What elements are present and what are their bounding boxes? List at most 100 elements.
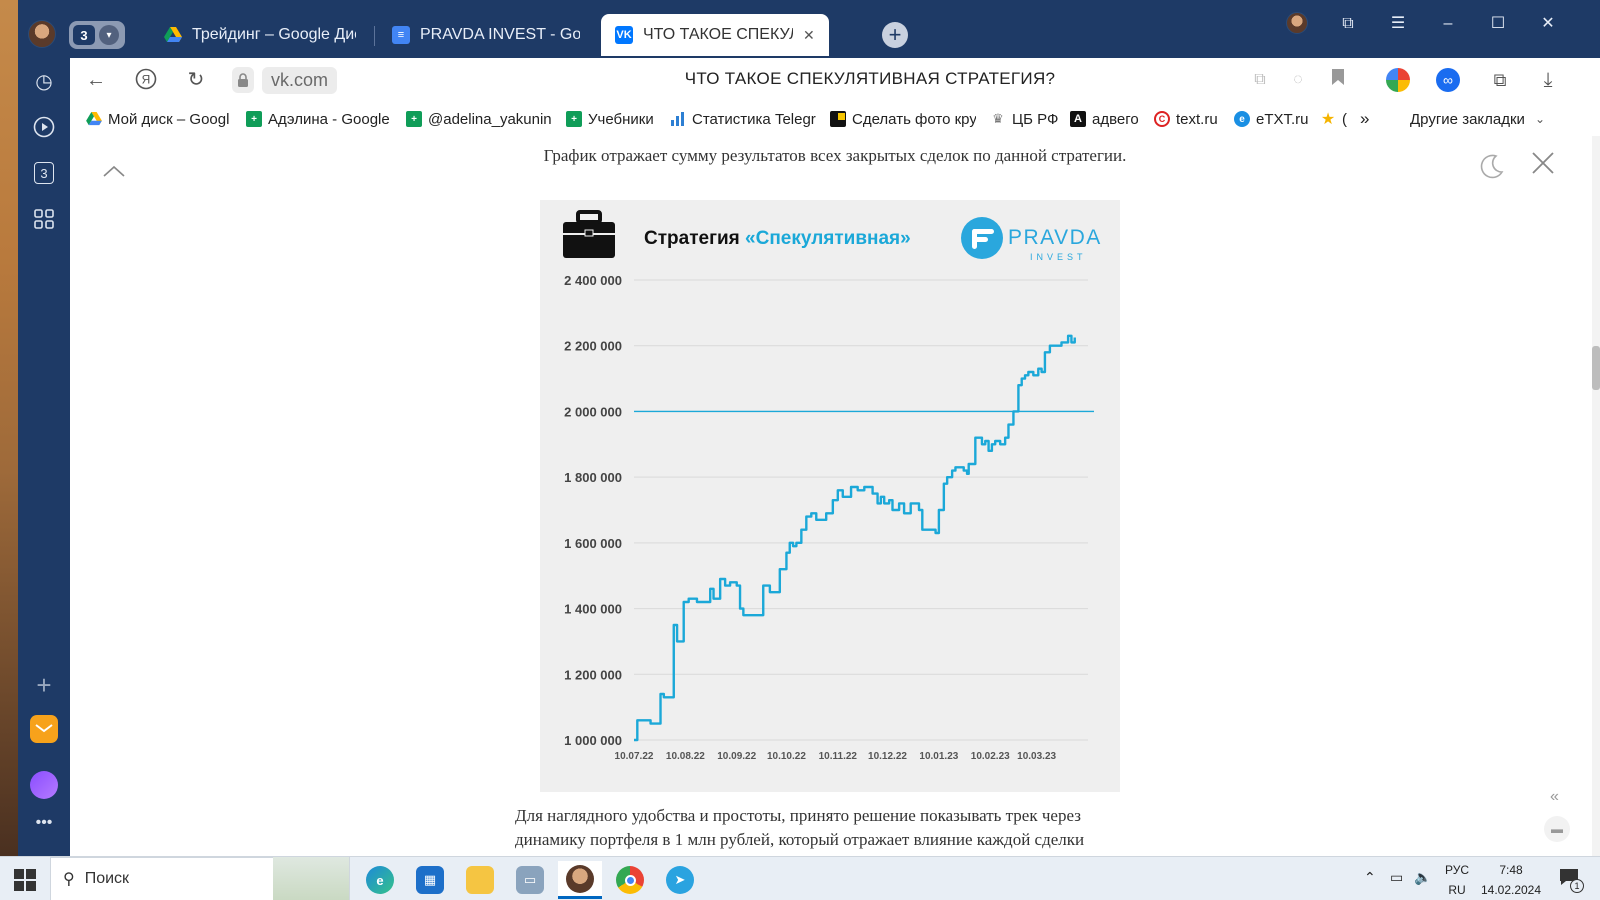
chevron-down-icon: ▾ bbox=[99, 25, 119, 45]
close-tab-icon[interactable]: ✕ bbox=[803, 27, 815, 44]
new-tab-button[interactable]: + bbox=[882, 22, 908, 48]
tabs-count-icon[interactable]: 3 bbox=[29, 158, 59, 188]
reader-mode-icon[interactable]: ◌ bbox=[1286, 68, 1310, 92]
x-tick-label: 10.02.23 bbox=[971, 751, 1010, 762]
bookmark-label: @adelina_yakunina bbox=[428, 110, 552, 128]
yandex-icon[interactable]: Я bbox=[134, 68, 158, 92]
mail-icon[interactable] bbox=[29, 714, 59, 744]
taskbar-chrome[interactable] bbox=[608, 861, 652, 899]
bookmark-item[interactable]: Сделать фото кру bbox=[830, 109, 976, 129]
history-icon[interactable]: ◷ bbox=[29, 66, 59, 96]
bookmark-item[interactable]: + Учебники bbox=[566, 109, 658, 129]
x-tick-label: 10.11.22 bbox=[819, 751, 858, 762]
close-article-icon[interactable] bbox=[1530, 150, 1560, 180]
taskbar-photos[interactable]: ▭ bbox=[508, 861, 552, 899]
bookmark-item[interactable]: Статистика Telegra bbox=[670, 109, 816, 129]
search-icon: ⚲ bbox=[63, 871, 75, 888]
etxt-icon: e bbox=[1234, 111, 1250, 127]
vertical-scrollbar[interactable] bbox=[1592, 136, 1600, 856]
translate-icon[interactable]: ⧉ bbox=[1248, 68, 1272, 92]
volume-icon[interactable]: 🔈 bbox=[1414, 869, 1431, 886]
account-avatar[interactable] bbox=[1286, 12, 1308, 34]
reload-icon[interactable]: ↻ bbox=[184, 68, 208, 92]
tab-active-vk[interactable]: VK ЧТО ТАКОЕ СПЕКУЛЯТИ ✕ bbox=[601, 14, 829, 56]
advego-icon: A bbox=[1070, 111, 1086, 127]
tab-label: Трейдинг – Google Диск bbox=[192, 26, 356, 43]
briefcase-icon bbox=[563, 210, 615, 258]
chart-title-highlight: «Спекулятивная» bbox=[745, 228, 911, 249]
navigation-toolbar: ← Я ↻ vk.com ЧТО ТАКОЕ СПЕКУЛЯТИВНАЯ СТР… bbox=[70, 58, 1600, 102]
scrollbar-thumb[interactable] bbox=[1592, 346, 1600, 390]
url-domain[interactable]: vk.com bbox=[262, 66, 338, 94]
bookmark-item[interactable]: e eTXT.ru bbox=[1234, 109, 1314, 129]
language-bottom: RU bbox=[1448, 883, 1466, 897]
close-window-icon[interactable]: ✕ bbox=[1534, 12, 1562, 36]
google-drive-icon bbox=[164, 26, 182, 44]
maximize-icon[interactable]: ☐ bbox=[1484, 12, 1512, 36]
bookmark-label: ЦБ РФ bbox=[1012, 110, 1059, 128]
profile-avatar[interactable] bbox=[28, 20, 56, 48]
windows-taskbar: ⚲ Поиск e ▦ ▭ ➤ ⌃ ▭ 🔈 РУС RU 7:48 14.02.… bbox=[0, 856, 1600, 900]
chart-grid bbox=[634, 279, 1088, 741]
back-arrow-icon[interactable]: ← bbox=[84, 68, 108, 92]
taskbar-explorer[interactable] bbox=[458, 861, 502, 899]
x-tick-label: 10.01.23 bbox=[919, 751, 958, 762]
y-tick-label: 1 800 000 bbox=[564, 470, 622, 485]
bookmark-label: Адэлина - Google bbox=[268, 110, 390, 128]
windows-start-icon[interactable] bbox=[14, 869, 36, 891]
more-icon[interactable]: ••• bbox=[29, 808, 59, 838]
download-icon[interactable]: ⤓ bbox=[1536, 68, 1560, 92]
minimize-icon[interactable]: – bbox=[1434, 12, 1462, 36]
bookmark-label: Сделать фото кру bbox=[852, 110, 976, 128]
bookmarks-more-button[interactable]: » bbox=[1360, 109, 1380, 129]
other-bookmarks-button[interactable]: Другие закладки ⌄ bbox=[1410, 109, 1560, 129]
address-bar[interactable]: vk.com bbox=[232, 66, 412, 94]
bookmarks-bar: Мой диск – Googl + Адэлина - Google + @a… bbox=[70, 102, 1600, 136]
bookmark-item[interactable]: ★ ( bbox=[1320, 109, 1356, 129]
other-bookmarks-label: Другие закладки bbox=[1410, 110, 1525, 128]
bookmark-item[interactable]: A адвего bbox=[1070, 109, 1144, 129]
tab-trading-drive[interactable]: Трейдинг – Google Диск bbox=[150, 14, 370, 56]
clock[interactable]: 7:48 14.02.2024 bbox=[1478, 863, 1544, 897]
bookmark-item[interactable]: C text.ru bbox=[1154, 109, 1224, 129]
taskbar-store[interactable]: ▦ bbox=[408, 861, 452, 899]
svg-text:Стратегия «Спекулятивная»: Стратегия «Спекулятивная» bbox=[644, 228, 911, 249]
night-mode-icon[interactable] bbox=[1478, 152, 1508, 182]
alice-assistant-icon[interactable] bbox=[29, 770, 59, 800]
tray-chevron-up-icon[interactable]: ⌃ bbox=[1364, 869, 1376, 886]
add-icon[interactable]: + bbox=[29, 670, 59, 700]
taskbar-search[interactable]: ⚲ Поиск bbox=[50, 857, 350, 900]
tab-groups-button[interactable]: 3 ▾ bbox=[69, 21, 125, 49]
apps-grid-icon[interactable] bbox=[29, 204, 59, 234]
collections-icon[interactable]: ⧉ bbox=[1334, 12, 1362, 36]
bookmark-label: Статистика Telegra bbox=[692, 110, 816, 128]
play-icon[interactable] bbox=[29, 112, 59, 142]
comments-icon[interactable]: ▬ bbox=[1544, 816, 1570, 842]
bookmark-item[interactable]: ♛ ЦБ РФ bbox=[990, 109, 1060, 129]
bookmark-item[interactable]: + @adelina_yakunina bbox=[406, 109, 552, 129]
taskbar-telegram[interactable]: ➤ bbox=[658, 861, 702, 899]
extension-colorful-icon[interactable] bbox=[1386, 68, 1410, 92]
title-bar: 3 ▾ Трейдинг – Google Диск ≡ PRAVDA INVE… bbox=[18, 0, 1600, 58]
device-icon[interactable]: ▭ bbox=[1390, 869, 1403, 886]
menu-icon[interactable]: ☰ bbox=[1384, 12, 1412, 36]
bookmark-item[interactable]: Мой диск – Googl bbox=[86, 109, 230, 129]
taskbar-edge[interactable]: e bbox=[358, 861, 402, 899]
collapse-panel-icon[interactable]: « bbox=[1550, 788, 1559, 806]
bookmark-icon[interactable] bbox=[1326, 68, 1350, 92]
extension-infinity-icon[interactable]: ∞ bbox=[1436, 68, 1460, 92]
y-tick-label: 1 000 000 bbox=[564, 733, 622, 748]
tab-label: ЧТО ТАКОЕ СПЕКУЛЯТИ bbox=[643, 26, 793, 43]
notifications-icon[interactable]: 1 bbox=[1556, 867, 1584, 893]
tab-pravda-invest-doc[interactable]: ≡ PRAVDA INVEST - Google bbox=[378, 14, 594, 56]
language-indicator[interactable]: РУС RU bbox=[1442, 863, 1472, 897]
pravda-invest-logo: PRAVDA INVEST bbox=[961, 217, 1100, 262]
taskbar-yandex-browser[interactable] bbox=[558, 861, 602, 899]
stats-icon bbox=[670, 111, 686, 127]
lock-icon[interactable] bbox=[232, 67, 254, 93]
bookmark-item[interactable]: + Адэлина - Google bbox=[246, 109, 390, 129]
extensions-icon[interactable]: ⧉ bbox=[1488, 68, 1512, 92]
article-paragraph: Для наглядного удобства и простоты, прин… bbox=[515, 806, 1085, 849]
store-icon: ▦ bbox=[416, 866, 444, 894]
bookmark-label: Учебники bbox=[588, 110, 654, 128]
